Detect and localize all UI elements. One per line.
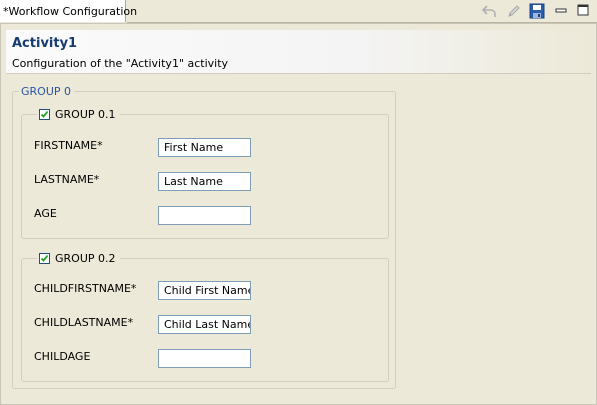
undo-icon[interactable]: [481, 2, 499, 20]
lastname-field[interactable]: Last Name: [158, 172, 251, 191]
group-0-1-checkbox[interactable]: [39, 108, 50, 120]
group-0-2-label: GROUP 0.2: [55, 251, 116, 265]
lastname-label: LASTNAME*: [34, 173, 100, 186]
group-0-legend: GROUP 0: [19, 85, 75, 98]
firstname-field[interactable]: First Name: [158, 138, 251, 157]
firstname-label: FIRSTNAME*: [34, 139, 103, 152]
childage-field[interactable]: [158, 349, 251, 368]
group-0-2-legend: GROUP 0.2: [37, 251, 120, 265]
page-subtitle: Configuration of the "Activity1" activit…: [12, 57, 229, 70]
childage-label: CHILDAGE: [34, 350, 91, 363]
age-label: AGE: [34, 207, 57, 220]
childfirstname-field[interactable]: Child First Name: [158, 281, 251, 300]
minimize-icon[interactable]: [553, 2, 571, 20]
edit-pencil-icon[interactable]: [505, 2, 523, 20]
tab-workflow-configuration[interactable]: *Workflow Configuration: [0, 0, 137, 22]
page-title: Activity1: [12, 36, 78, 51]
header-divider: [6, 73, 591, 74]
editor-tab-bar: *Workflow Configuration: [0, 0, 597, 23]
childlastname-label: CHILDLASTNAME*: [34, 316, 134, 329]
group-0-2-checkbox[interactable]: [39, 252, 50, 264]
age-field[interactable]: [158, 206, 251, 225]
childlastname-field[interactable]: Child Last Name: [158, 315, 251, 334]
childfirstname-label: CHILDFIRSTNAME*: [34, 282, 137, 295]
save-disk-icon[interactable]: [528, 2, 546, 20]
maximize-icon[interactable]: [575, 2, 593, 20]
group-0-1-legend: GROUP 0.1: [37, 107, 120, 121]
group-0-1-label: GROUP 0.1: [55, 107, 116, 121]
